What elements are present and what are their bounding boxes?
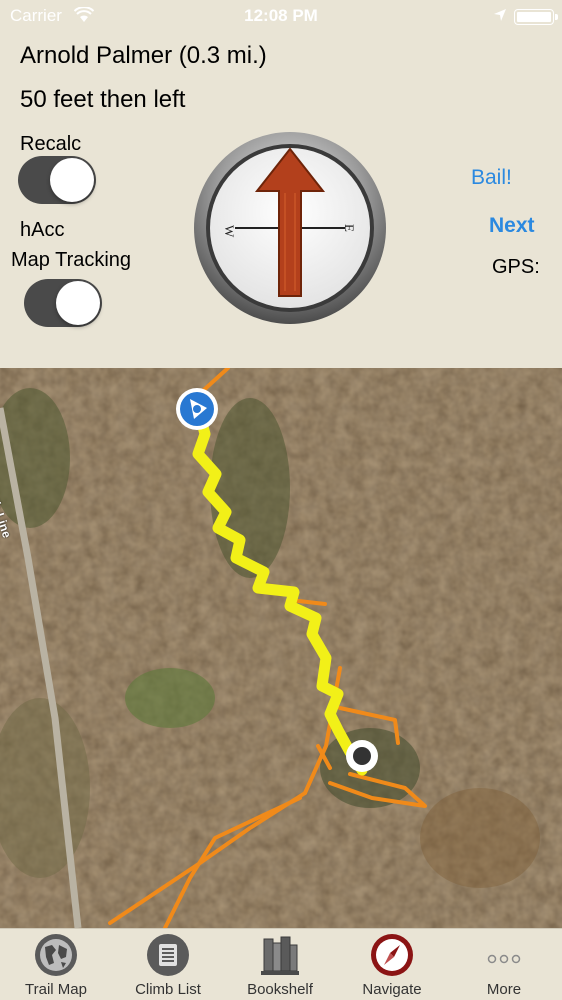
compass-east-letter: E: [342, 224, 357, 232]
globe-icon: [35, 934, 77, 976]
tab-navigate[interactable]: Navigate: [336, 929, 448, 1000]
navigation-panel: Arnold Palmer (0.3 mi.) 50 feet then lef…: [0, 0, 562, 368]
tab-climb-list[interactable]: Climb List: [112, 929, 224, 1000]
tab-label: Climb List: [135, 981, 201, 998]
location-arrow-icon: [494, 9, 506, 21]
tab-label: Navigate: [362, 981, 422, 998]
map-tracking-label: Map Tracking: [11, 249, 132, 271]
gps-label: GPS:: [492, 256, 540, 278]
turn-instruction: 50 feet then left: [20, 86, 186, 113]
navigation-start-icon: [176, 388, 218, 430]
tab-more[interactable]: More: [448, 929, 560, 1000]
recalc-toggle[interactable]: [18, 156, 96, 204]
toggle-knob: [50, 158, 94, 202]
current-location-icon: [346, 740, 378, 772]
books-icon: [261, 936, 299, 975]
tab-label: Trail Map: [25, 981, 87, 998]
status-time: 12:08 PM: [244, 6, 318, 25]
route-title: Arnold Palmer (0.3 mi.): [20, 42, 267, 69]
battery-icon: [514, 9, 558, 25]
tab-trail-map[interactable]: Trail Map: [0, 929, 112, 1000]
satellite-map-image: [0, 368, 562, 928]
tab-label: Bookshelf: [247, 981, 313, 998]
tab-bar: Trail Map Climb List Bookshelf Navigate …: [0, 928, 562, 1000]
recalc-label: Recalc: [20, 133, 82, 155]
toggle-knob: [56, 281, 100, 325]
compass-west-letter: W: [222, 225, 237, 238]
hacc-label: hAcc: [20, 219, 65, 241]
bail-button[interactable]: Bail!: [471, 166, 512, 190]
compass-icon: [371, 934, 413, 976]
list-icon: [147, 934, 189, 976]
more-dots-icon: [487, 954, 521, 964]
tab-bookshelf[interactable]: Bookshelf: [224, 929, 336, 1000]
map-tracking-toggle[interactable]: [24, 279, 102, 327]
next-button[interactable]: Next: [489, 214, 535, 238]
status-bar: Carrier 12:08 PM: [0, 0, 562, 34]
trail-map[interactable]: 10th Line: [0, 368, 562, 928]
compass-icon: W E: [194, 132, 386, 324]
tab-label: More: [486, 981, 522, 998]
